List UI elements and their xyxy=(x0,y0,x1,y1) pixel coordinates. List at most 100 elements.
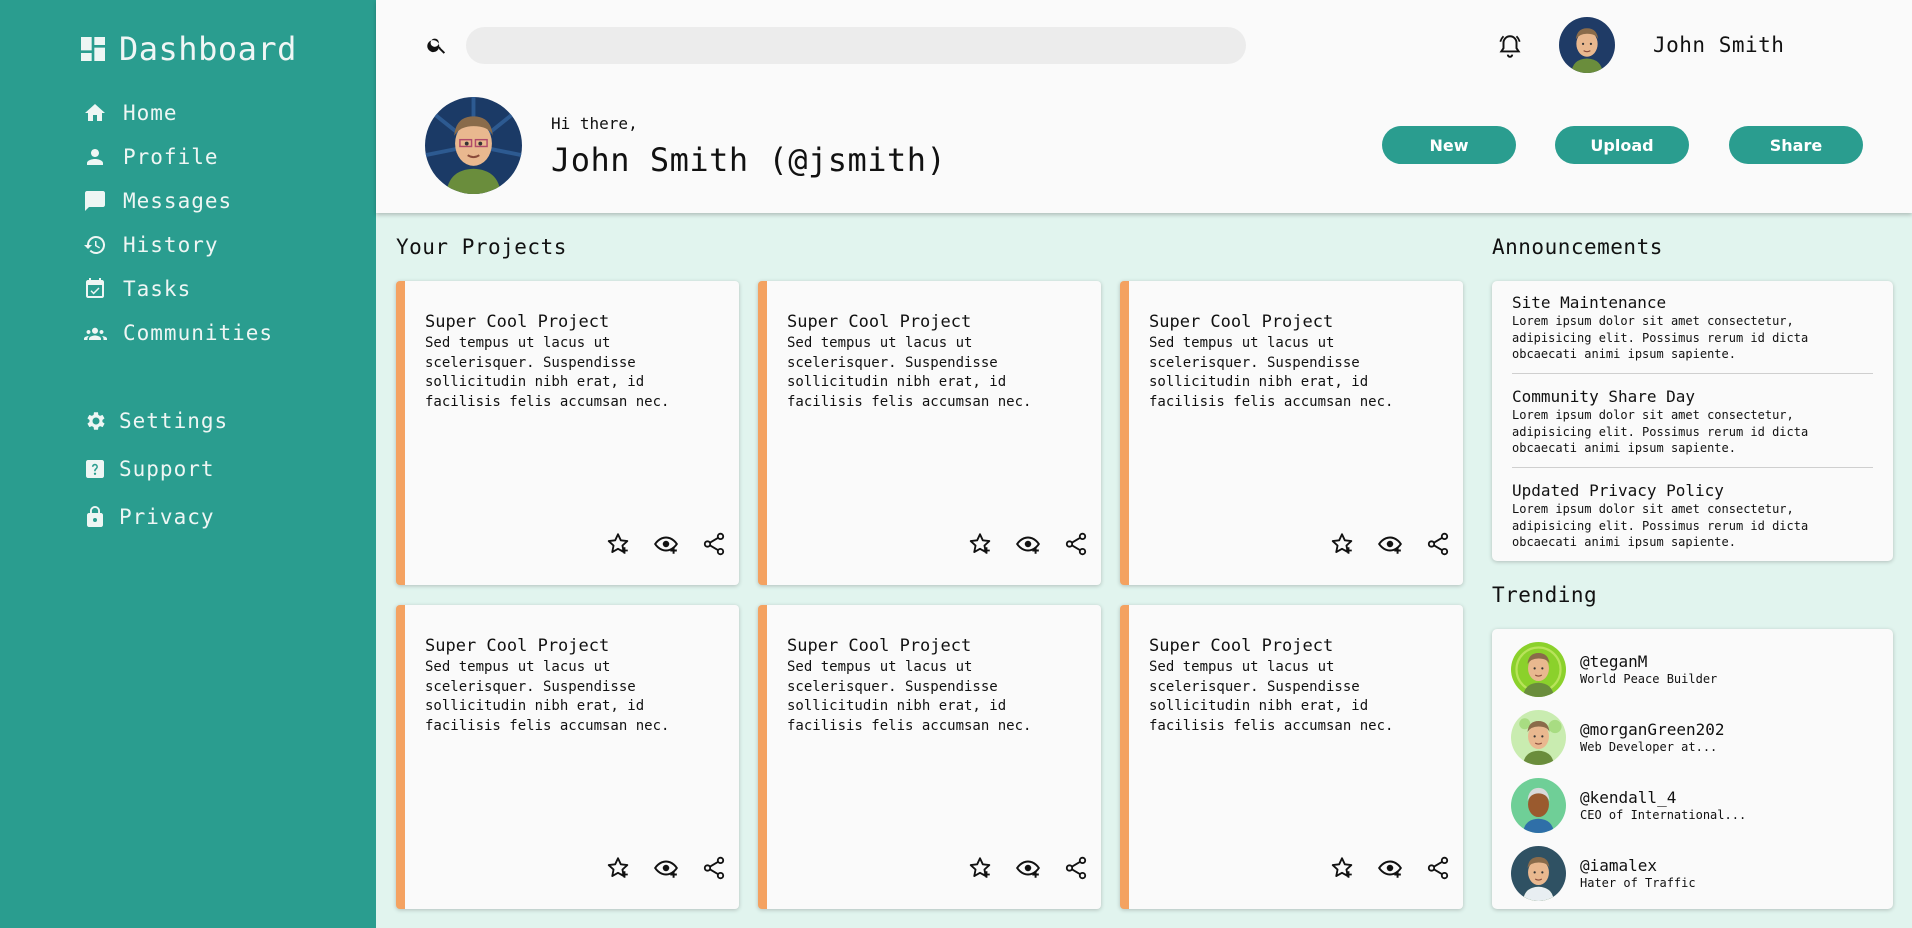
user-name[interactable]: John Smith xyxy=(1653,33,1784,57)
sidebar-item-label: Home xyxy=(123,101,178,125)
watch-icon[interactable] xyxy=(1015,855,1041,881)
divider xyxy=(1512,467,1873,468)
sidebar-item-support[interactable]: Support xyxy=(83,457,215,481)
sidebar-item-messages[interactable]: Messages xyxy=(83,189,232,213)
share-icon[interactable] xyxy=(701,855,727,881)
star-add-icon[interactable] xyxy=(605,531,631,557)
sidebar-item-history[interactable]: History xyxy=(83,233,219,257)
sidebar-item-label: History xyxy=(123,233,219,257)
card-actions xyxy=(605,855,727,881)
share-button[interactable]: Share xyxy=(1729,126,1863,164)
star-add-icon[interactable] xyxy=(967,531,993,557)
sidebar-item-label: Support xyxy=(119,457,215,481)
project-title: Super Cool Project xyxy=(787,636,972,656)
sidebar-item-label: Tasks xyxy=(123,277,192,301)
watch-icon[interactable] xyxy=(653,531,679,557)
project-title: Super Cool Project xyxy=(425,636,610,656)
profile-avatar xyxy=(425,97,522,194)
trending-item[interactable]: @iamalex Hater of Traffic xyxy=(1511,846,1696,901)
project-title: Super Cool Project xyxy=(425,312,610,332)
sidebar-item-label: Messages xyxy=(123,189,233,213)
trending-subtitle: Hater of Traffic xyxy=(1580,876,1696,890)
help-icon xyxy=(86,460,104,478)
project-card[interactable]: Super Cool Project Sed tempus ut lacus ut… xyxy=(396,281,739,585)
project-description: Sed tempus ut lacus ut scelerisquer. Sus… xyxy=(1149,659,1394,734)
announcement-body: Lorem ipsum dolor sit amet consectetur, … xyxy=(1512,502,1809,549)
upload-button[interactable]: Upload xyxy=(1555,126,1689,164)
sidebar-item-label: Communities xyxy=(123,321,274,345)
search-input[interactable] xyxy=(466,27,1246,64)
sidebar-item-tasks[interactable]: Tasks xyxy=(83,277,191,301)
share-icon[interactable] xyxy=(1425,531,1451,557)
announcement-item[interactable]: Community Share Day Lorem ipsum dolor si… xyxy=(1512,387,1873,457)
trending-item[interactable]: @morganGreen202 Web Developer at... xyxy=(1511,710,1725,765)
watch-icon[interactable] xyxy=(1377,855,1403,881)
announcement-item[interactable]: Updated Privacy Policy Lorem ipsum dolor… xyxy=(1512,481,1873,551)
project-title: Super Cool Project xyxy=(1149,636,1334,656)
sidebar-item-label: Profile xyxy=(123,145,219,169)
watch-icon[interactable] xyxy=(653,855,679,881)
card-actions xyxy=(1329,855,1451,881)
project-description: Sed tempus ut lacus ut scelerisquer. Sus… xyxy=(787,335,1032,410)
sidebar-item-settings[interactable]: Settings xyxy=(83,409,228,433)
avatar xyxy=(1511,642,1566,697)
avatar[interactable] xyxy=(1559,17,1615,73)
avatar xyxy=(1511,710,1566,765)
search-icon[interactable] xyxy=(426,34,448,56)
card-actions xyxy=(1329,531,1451,557)
trending-item[interactable]: @teganM World Peace Builder xyxy=(1511,642,1717,697)
project-card[interactable]: Super Cool Project Sed tempus ut lacus ut… xyxy=(396,605,739,909)
share-icon[interactable] xyxy=(1425,855,1451,881)
new-button[interactable]: New xyxy=(1382,126,1516,164)
sidebar-item-communities[interactable]: Communities xyxy=(83,321,273,345)
person-icon xyxy=(87,149,103,165)
home-icon xyxy=(85,104,105,121)
share-icon[interactable] xyxy=(701,531,727,557)
sidebar-item-profile[interactable]: Profile xyxy=(83,145,219,169)
calendar-check-icon xyxy=(86,278,104,298)
announcement-title: Community Share Day xyxy=(1512,387,1696,406)
header: John Smith Hi there, John Smith (@jsmith… xyxy=(376,0,1912,213)
trending-item[interactable]: @kendall_4 CEO of International... xyxy=(1511,778,1746,833)
project-title: Super Cool Project xyxy=(787,312,972,332)
divider xyxy=(1512,373,1873,374)
star-add-icon[interactable] xyxy=(1329,855,1355,881)
announcement-body: Lorem ipsum dolor sit amet consectetur, … xyxy=(1512,314,1809,361)
sidebar-item-label: Settings xyxy=(119,409,229,433)
lock-icon xyxy=(87,506,103,527)
share-icon[interactable] xyxy=(1063,531,1089,557)
history-icon xyxy=(84,235,106,254)
star-add-icon[interactable] xyxy=(605,855,631,881)
sidebar: Dashboard Home Profile Messages History … xyxy=(0,0,376,928)
star-add-icon[interactable] xyxy=(967,855,993,881)
sidebar-item-home[interactable]: Home xyxy=(83,101,178,125)
project-card[interactable]: Super Cool Project Sed tempus ut lacus ut… xyxy=(1120,605,1463,909)
trending-subtitle: Web Developer at... xyxy=(1580,740,1718,754)
watch-icon[interactable] xyxy=(1377,531,1403,557)
trending-handle: @teganM xyxy=(1580,652,1648,671)
bell-icon[interactable] xyxy=(1497,33,1523,59)
sidebar-item-privacy[interactable]: Privacy xyxy=(83,505,215,529)
project-card[interactable]: Super Cool Project Sed tempus ut lacus ut… xyxy=(758,281,1101,585)
trending-handle: @iamalex xyxy=(1580,856,1658,875)
watch-icon[interactable] xyxy=(1015,531,1041,557)
trending-handle: @kendall_4 xyxy=(1580,788,1677,807)
announcement-item[interactable]: Site Maintenance Lorem ipsum dolor sit a… xyxy=(1512,293,1873,363)
announcement-title: Site Maintenance xyxy=(1512,293,1667,312)
announcement-title: Updated Privacy Policy xyxy=(1512,481,1724,500)
projects-title: Your Projects xyxy=(396,235,567,259)
greeting: Hi there, xyxy=(551,114,638,133)
brand[interactable]: Dashboard xyxy=(77,30,297,68)
brand-title: Dashboard xyxy=(119,30,297,68)
trending-handle: @morganGreen202 xyxy=(1580,720,1725,739)
share-icon[interactable] xyxy=(1063,855,1089,881)
announcements-title: Announcements xyxy=(1492,235,1663,259)
star-add-icon[interactable] xyxy=(1329,531,1355,557)
project-description: Sed tempus ut lacus ut scelerisquer. Sus… xyxy=(787,659,1032,734)
gear-icon xyxy=(87,412,105,430)
trending-card: @teganM World Peace Builder @morganGreen… xyxy=(1492,629,1893,909)
project-description: Sed tempus ut lacus ut scelerisquer. Sus… xyxy=(425,659,670,734)
project-card[interactable]: Super Cool Project Sed tempus ut lacus ut… xyxy=(758,605,1101,909)
project-card[interactable]: Super Cool Project Sed tempus ut lacus ut… xyxy=(1120,281,1463,585)
message-icon xyxy=(85,191,105,211)
